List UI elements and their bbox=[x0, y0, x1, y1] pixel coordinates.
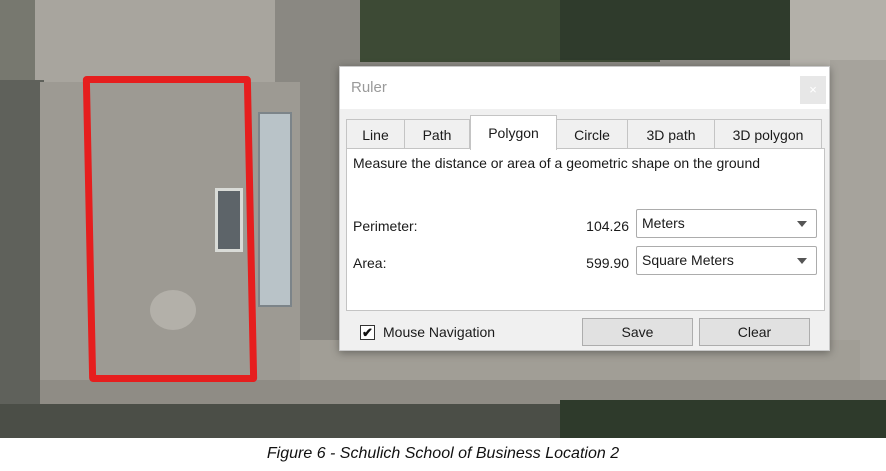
chevron-down-icon bbox=[797, 221, 807, 227]
perimeter-value: 104.26 bbox=[586, 218, 629, 234]
close-icon[interactable]: × bbox=[800, 76, 826, 104]
rooftop-area bbox=[0, 0, 38, 82]
figure-caption: Figure 6 - Schulich School of Business L… bbox=[266, 445, 620, 462]
area-value: 599.90 bbox=[586, 255, 629, 271]
rooftop-area bbox=[35, 0, 275, 88]
perimeter-label: Perimeter: bbox=[353, 218, 418, 234]
area-label: Area: bbox=[353, 255, 387, 271]
polygon-tab-panel: Measure the distance or area of a geomet… bbox=[346, 148, 825, 311]
tab-polygon[interactable]: Polygon bbox=[470, 115, 557, 150]
tab-description: Measure the distance or area of a geomet… bbox=[353, 155, 761, 171]
area-unit-select[interactable]: Square Meters bbox=[636, 246, 817, 275]
chevron-down-icon bbox=[797, 258, 807, 264]
ruler-dialog: Ruler × Line Path Polygon Circle 3D path… bbox=[339, 66, 830, 351]
mouse-navigation-checkbox[interactable]: ✔ bbox=[360, 324, 375, 340]
save-button[interactable]: Save bbox=[582, 318, 693, 346]
clear-button[interactable]: Clear bbox=[699, 318, 810, 346]
tree-canopy bbox=[560, 0, 790, 60]
tab-3d-path[interactable]: 3D path bbox=[627, 119, 715, 149]
rooftop-area bbox=[0, 80, 44, 438]
dialog-title: Ruler bbox=[351, 79, 387, 96]
dialog-titlebar[interactable]: Ruler × bbox=[340, 67, 829, 109]
perimeter-unit-value: Meters bbox=[642, 215, 685, 231]
area-unit-value: Square Meters bbox=[642, 252, 734, 268]
ruler-tabs: Line Path Polygon Circle 3D path 3D poly… bbox=[346, 115, 826, 150]
measured-polygon-outline[interactable] bbox=[82, 76, 258, 382]
skylight bbox=[258, 112, 292, 307]
tab-3d-polygon[interactable]: 3D polygon bbox=[714, 119, 822, 149]
tab-circle[interactable]: Circle bbox=[556, 119, 628, 149]
tab-path[interactable]: Path bbox=[404, 119, 470, 149]
tree-canopy bbox=[560, 400, 886, 438]
mouse-navigation-label[interactable]: Mouse Navigation bbox=[383, 324, 495, 340]
tab-line[interactable]: Line bbox=[346, 119, 405, 149]
perimeter-unit-select[interactable]: Meters bbox=[636, 209, 817, 238]
mouse-navigation-option[interactable]: ✔ Mouse Navigation bbox=[360, 324, 495, 340]
